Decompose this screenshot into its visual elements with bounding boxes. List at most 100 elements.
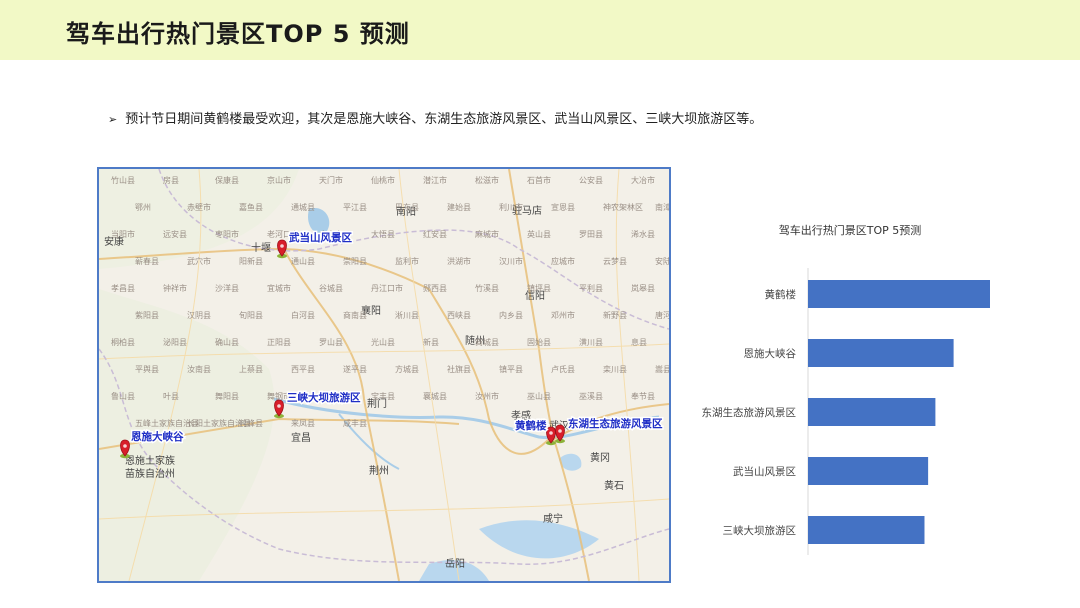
- map-place-label: 苗族自治州: [125, 467, 175, 480]
- map-place-label: 潜江市: [423, 175, 447, 185]
- map-place-label: 阳新县: [239, 256, 263, 266]
- map-place-label: 公安县: [579, 175, 603, 185]
- map-place-label: 巫溪县: [579, 391, 603, 401]
- map-place-label: 镇平县: [499, 364, 523, 374]
- map-place-label: 平江县: [343, 203, 367, 212]
- chart-category-label: 东湖生态旅游风景区: [702, 406, 797, 419]
- scenic-pin-label: 东湖生态旅游风景区: [568, 417, 663, 430]
- map-place-label: 巫山县: [527, 391, 551, 401]
- map-place-label: 仙桃市: [371, 175, 395, 185]
- map-place-label: 鲁山县: [111, 391, 135, 401]
- chart-bar: [808, 339, 954, 367]
- map-canvas[interactable]: 安康十堰南阳驻马店襄阳信阳随州荆门宜昌孝感武汉黄冈黄石荆州咸宁岳阳恩施土家族苗族…: [99, 169, 669, 581]
- map-place-label: 恩施土家族: [125, 454, 175, 467]
- map-place-label: 宣恩县: [551, 202, 575, 212]
- pin-highlight: [280, 244, 284, 248]
- chart-bar: [808, 280, 990, 308]
- map-place-label: 钟祥市: [163, 283, 187, 293]
- arrow-bullet-icon: ➢: [108, 113, 118, 126]
- bar-chart-canvas: 驾车出行热门景区TOP 5预测黄鹤楼恩施大峡谷东湖生态旅游风景区武当山风景区三峡…: [702, 223, 990, 555]
- map-place-label: 襄城县: [423, 391, 447, 401]
- map-place-label: 黄石: [604, 479, 624, 492]
- chart-category-label: 武当山风景区: [733, 465, 796, 478]
- map-place-label: 嘉鱼县: [239, 202, 263, 212]
- map-place-label: 沙洋县: [215, 283, 239, 293]
- map-place-label: 房县: [163, 175, 179, 185]
- chart-bar: [808, 516, 925, 544]
- map-place-label: 白河县: [291, 310, 315, 320]
- map-place-label: 安陆市: [655, 256, 669, 266]
- map-place-label: 宜城市: [267, 283, 291, 293]
- map-place-label: 叶县: [163, 392, 179, 401]
- map-place-label: 大悟县: [371, 229, 395, 239]
- map-place-label: 舞阳县: [215, 391, 239, 401]
- map-place-label: 嵩县: [655, 365, 669, 374]
- map-panel[interactable]: 安康十堰南阳驻马店襄阳信阳随州荆门宜昌孝感武汉黄冈黄石荆州咸宁岳阳恩施土家族苗族…: [97, 167, 671, 583]
- map-place-label: 十堰: [251, 241, 271, 254]
- map-place-label: 淅川县: [395, 310, 419, 320]
- map-place-label: 建始县: [447, 202, 471, 212]
- chart-bar: [808, 457, 929, 485]
- map-place-label: 上蔡县: [239, 364, 263, 374]
- map-place-label: 宜昌: [291, 431, 311, 444]
- map-place-label: 西峡县: [447, 310, 471, 320]
- map-place-label: 崇阳县: [343, 257, 367, 266]
- map-place-label: 汝南县: [187, 364, 211, 374]
- map-place-label: 西平县: [291, 365, 315, 374]
- map-place-label: 赤壁市: [187, 202, 211, 212]
- map-place-label: 京山市: [267, 175, 291, 185]
- map-place-label: 遂平县: [343, 364, 367, 374]
- map-place-label: 鄂州: [135, 203, 151, 212]
- map-place-label: 方城县: [395, 364, 419, 374]
- map-place-label: 汉阴县: [187, 311, 211, 320]
- scenic-pin[interactable]: [546, 426, 556, 446]
- map-place-label: 岚皋县: [631, 283, 655, 293]
- pin-highlight: [558, 429, 562, 433]
- map-place-label: 松滋市: [475, 175, 499, 185]
- map-place-label: 确山县: [215, 337, 239, 347]
- pin-highlight: [549, 431, 553, 435]
- map-place-label: 云梦县: [603, 257, 627, 266]
- map-place-label: 正阳县: [267, 338, 291, 347]
- map-place-label: 通山县: [291, 256, 315, 266]
- map-place-label: 栾川县: [603, 364, 627, 374]
- map-place-label: 卢氏县: [551, 364, 575, 374]
- map-place-label: 咸丰县: [343, 418, 367, 428]
- map-place-label: 罗山县: [319, 337, 343, 347]
- map-place-label: 英山县: [527, 229, 551, 239]
- map-place-label: 平利县: [579, 283, 603, 293]
- map-place-label: 鹤峰县: [239, 418, 263, 428]
- map-place-label: 荆州: [369, 464, 389, 477]
- map-place-label: 蕲春县: [135, 256, 159, 266]
- map-place-label: 枣阳市: [215, 229, 239, 239]
- map-place-label: 旬阳县: [239, 310, 263, 320]
- map-place-label: 丹江口市: [371, 283, 403, 293]
- scenic-pin-label: 三峡大坝旅游区: [287, 391, 361, 404]
- map-place-label: 红安县: [423, 229, 447, 239]
- map-place-label: 南漳县: [655, 202, 669, 212]
- map-place-label: 岳阳: [445, 558, 465, 570]
- scenic-pin[interactable]: [277, 239, 287, 259]
- map-place-label: 远安县: [163, 229, 187, 239]
- map-place-label: 石首市: [527, 175, 551, 185]
- map-place-label: 武穴市: [187, 256, 211, 266]
- map-place-label: 宝丰县: [371, 391, 395, 401]
- map-place-label: 新野县: [603, 310, 627, 320]
- map-place-label: 息县: [631, 337, 647, 347]
- map-place-label: 奉节县: [631, 391, 655, 401]
- map-place-label: 紫阳县: [135, 311, 159, 320]
- chart-bar: [808, 398, 936, 426]
- scenic-pin[interactable]: [120, 439, 130, 459]
- map-place-label: 麻城市: [475, 229, 499, 239]
- summary-text: 预计节日期间黄鹤楼最受欢迎，其次是恩施大峡谷、东湖生态旅游风景区、武当山风景区、…: [125, 112, 763, 127]
- map-place-label: 汉川市: [499, 256, 523, 266]
- scenic-pin[interactable]: [274, 399, 284, 419]
- map-place-label: 通城县: [291, 202, 315, 212]
- scenic-pin[interactable]: [555, 424, 565, 444]
- map-place-label: 郧西县: [423, 284, 447, 293]
- map-place-label: 应城市: [551, 256, 575, 266]
- pin-highlight: [123, 444, 127, 448]
- chart-category-label: 恩施大峡谷: [744, 347, 797, 360]
- scenic-pin-label: 武当山风景区: [289, 231, 352, 244]
- chart-category-label: 黄鹤楼: [765, 288, 797, 301]
